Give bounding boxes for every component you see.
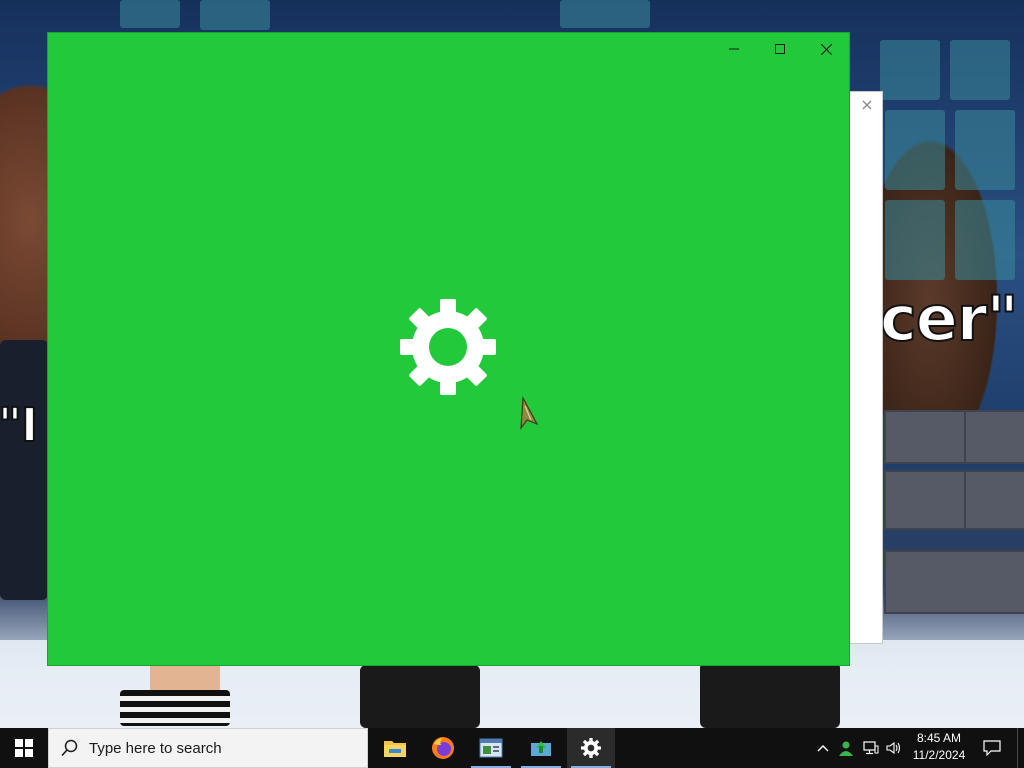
app-window-splash[interactable] xyxy=(48,33,849,665)
notification-icon xyxy=(983,740,1001,756)
tray-overflow-button[interactable] xyxy=(812,728,834,768)
taskbar-app-firefox[interactable] xyxy=(419,728,467,768)
firefox-icon xyxy=(432,737,454,759)
mouse-cursor-icon xyxy=(520,396,539,430)
background-window[interactable] xyxy=(846,91,883,644)
gear-icon xyxy=(400,299,496,395)
tray-volume-button[interactable] xyxy=(883,728,905,768)
window-app-icon xyxy=(479,738,503,758)
clock-date: 11/2/2024 xyxy=(912,748,966,762)
clock-time: 8:45 AM xyxy=(916,731,962,745)
network-icon xyxy=(863,741,879,755)
taskbar-app-file-explorer[interactable] xyxy=(371,728,419,768)
chevron-up-icon xyxy=(817,745,829,752)
close-button[interactable] xyxy=(803,33,849,65)
taskbar: Type here to search 8:45 AM 11/2/2024 xyxy=(0,728,1024,768)
tray-user-button[interactable] xyxy=(835,728,857,768)
wallpaper-caption-text-left: "I xyxy=(0,397,39,453)
volume-icon xyxy=(886,741,901,755)
folder-icon xyxy=(384,741,406,757)
gear-icon xyxy=(581,738,601,758)
window-caption-buttons xyxy=(711,33,849,65)
search-placeholder: Type here to search xyxy=(89,739,222,757)
taskbar-app-window[interactable] xyxy=(467,728,515,768)
search-icon xyxy=(61,739,78,757)
taskbar-clock[interactable]: 8:45 AM 11/2/2024 xyxy=(906,730,972,766)
tray-network-button[interactable] xyxy=(860,728,882,768)
maximize-icon xyxy=(775,44,785,54)
taskbar-app-green[interactable] xyxy=(517,728,565,768)
close-icon xyxy=(820,43,832,55)
green-app-icon xyxy=(531,741,551,756)
windows-logo-icon xyxy=(15,739,33,757)
minimize-button[interactable] xyxy=(711,33,757,65)
action-center-button[interactable] xyxy=(978,728,1006,768)
show-desktop-button[interactable] xyxy=(1017,728,1024,768)
maximize-button[interactable] xyxy=(757,33,803,65)
person-icon xyxy=(839,741,853,756)
minimize-icon xyxy=(729,48,739,50)
background-window-close-button[interactable]: × xyxy=(858,96,876,114)
taskbar-app-settings[interactable] xyxy=(567,728,615,768)
start-button[interactable] xyxy=(0,728,48,768)
taskbar-search-box[interactable]: Type here to search xyxy=(48,728,368,768)
wallpaper-caption-text: cer" xyxy=(879,281,1020,356)
